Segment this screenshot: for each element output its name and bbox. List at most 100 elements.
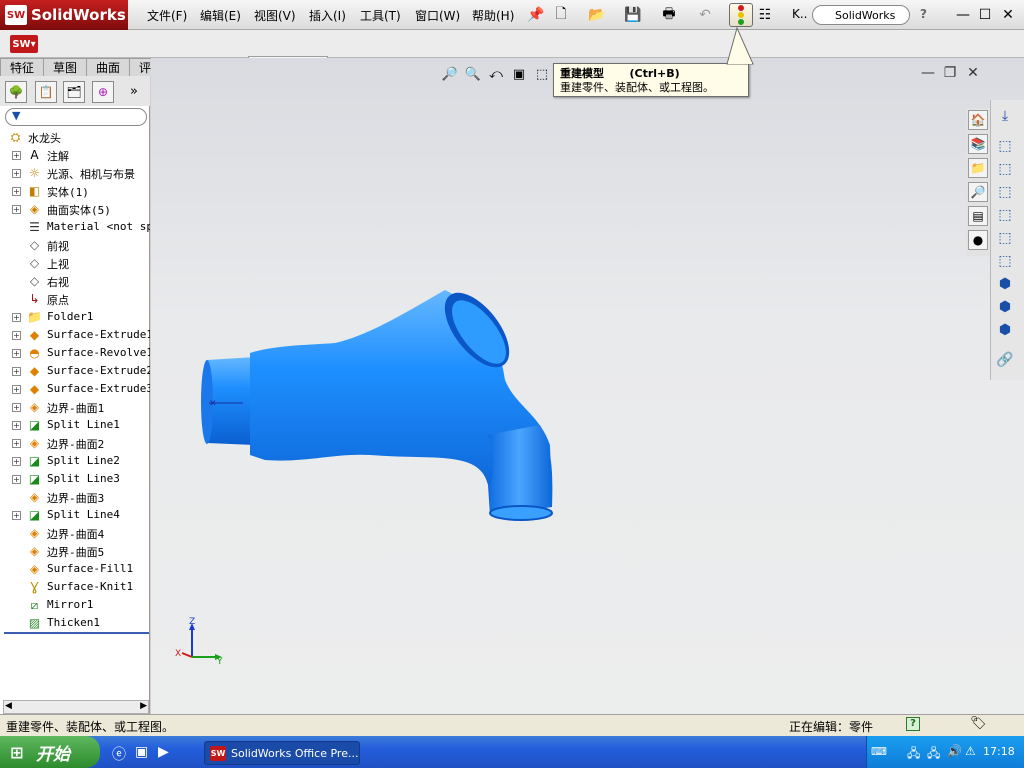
close-icon[interactable]: ✕ [998, 5, 1018, 25]
design-library-icon[interactable]: 📚 [968, 134, 988, 154]
tree-item[interactable]: + ◪ Split Line3 [0, 470, 150, 488]
tree-item[interactable]: + ◪ Split Line2 [0, 452, 150, 470]
view-back-icon[interactable]: ⬚ [995, 159, 1015, 179]
property-manager-tab-icon[interactable]: 📋 [35, 81, 57, 103]
link-view-icon[interactable]: 🔗 [995, 350, 1015, 370]
expand-icon[interactable]: + [12, 367, 21, 376]
view-dimetric-icon[interactable]: ⬢ [995, 320, 1015, 340]
keyboard-icon[interactable]: ⌨ [871, 745, 887, 758]
help-button[interactable]: ? [920, 7, 927, 21]
tree-item[interactable]: ◈ 边界-曲面3 [0, 488, 150, 506]
tree-item[interactable]: ◈ Surface-Fill1 [0, 560, 150, 578]
save-icon[interactable]: 💾 [623, 5, 643, 25]
doc-minimize-icon[interactable]: — [918, 64, 938, 82]
minimize-icon[interactable]: — [953, 5, 973, 25]
feature-manager-tab-icon[interactable]: 🌳 [5, 81, 27, 103]
tree-item[interactable]: + ◆ Surface-Extrude1 [0, 326, 150, 344]
view-orientation-icon[interactable]: ⬚ [532, 64, 552, 84]
previous-view-icon[interactable]: ⤺ [486, 64, 506, 84]
start-button[interactable]: ⊞ 开始 [0, 736, 100, 768]
view-isometric-icon[interactable]: ⬢ [995, 274, 1015, 294]
quick-tips-icon[interactable]: ? [906, 717, 920, 731]
tree-item[interactable]: ◈ 边界-曲面4 [0, 524, 150, 542]
scroll-left-icon[interactable]: ◀ [5, 701, 12, 711]
menu-item[interactable]: 视图(V) [254, 7, 296, 24]
tree-item[interactable]: + ◈ 边界-曲面1 [0, 398, 150, 416]
horizontal-scrollbar[interactable]: ◀ ▶ [3, 700, 149, 714]
tree-item[interactable]: ↳ 原点 [0, 290, 150, 308]
tree-item[interactable]: + ◪ Split Line4 [0, 506, 150, 524]
taskbar-solidworks-item[interactable]: SW SolidWorks Office Pre... [204, 741, 360, 765]
ie-icon[interactable]: ⓔ [112, 744, 126, 764]
tree-item[interactable]: ☰ Material <not spe [0, 218, 150, 236]
open-file-icon[interactable]: 📂 [587, 5, 607, 25]
tab-2[interactable]: 曲面 [86, 58, 131, 76]
rebuild-button[interactable] [729, 3, 753, 27]
expand-icon[interactable]: + [12, 475, 21, 484]
tab-1[interactable]: 草图 [43, 58, 88, 76]
search-results-icon[interactable]: 🔎 [968, 182, 988, 202]
tree-item[interactable]: ◇ 右视 [0, 272, 150, 290]
tree-item[interactable]: + ◈ 边界-曲面2 [0, 434, 150, 452]
view-top-icon[interactable]: ⬚ [995, 228, 1015, 248]
tree-item[interactable]: + ◪ Split Line1 [0, 416, 150, 434]
view-left-icon[interactable]: ⬚ [995, 182, 1015, 202]
tree-item[interactable]: ◈ 边界-曲面5 [0, 542, 150, 560]
view-palette-icon[interactable]: ▤ [968, 206, 988, 226]
home-icon[interactable]: 🏠 [968, 110, 988, 130]
view-front-icon[interactable]: ⬚ [995, 136, 1015, 156]
pin-icon[interactable]: 📌 [526, 5, 546, 25]
tree-item[interactable]: ◇ 前视 [0, 236, 150, 254]
view-bottom-icon[interactable]: ⬚ [995, 251, 1015, 271]
menu-item[interactable]: 工具(T) [360, 7, 401, 24]
undo-icon[interactable]: ↶ [695, 5, 715, 25]
tree-item[interactable]: + ◧ 实体(1) [0, 182, 150, 200]
expand-tabs-icon[interactable]: » [130, 84, 138, 99]
rollback-bar[interactable] [4, 632, 149, 634]
expand-icon[interactable]: + [12, 205, 21, 214]
options-icon[interactable]: ☷ [755, 5, 775, 25]
doc-close-icon[interactable]: ✕ [963, 64, 983, 82]
expand-icon[interactable]: + [12, 331, 21, 340]
tree-item[interactable]: ⧄ Mirror1 [0, 596, 150, 614]
expand-icon[interactable]: + [12, 313, 21, 322]
tree-item[interactable]: Ɣ Surface-Knit1 [0, 578, 150, 596]
sw-menu-button[interactable]: SW▾ [10, 35, 38, 53]
expand-icon[interactable]: + [12, 457, 21, 466]
tree-item[interactable]: + ◆ Surface-Extrude2 [0, 362, 150, 380]
menu-item[interactable]: 窗口(W) [415, 7, 460, 24]
view-trimetric-icon[interactable]: ⬢ [995, 297, 1015, 317]
menu-item[interactable]: 帮助(H) [472, 7, 514, 24]
tree-filter-input[interactable]: ▼ [5, 108, 147, 126]
zoom-to-area-icon[interactable]: 🔍 [463, 64, 483, 84]
maximize-icon[interactable]: ☐ [975, 5, 995, 25]
print-icon[interactable]: 🖶 [659, 5, 679, 25]
tree-root[interactable]: ⛭ 水龙头 [0, 128, 150, 146]
expand-icon[interactable]: + [12, 511, 21, 520]
expand-icon[interactable]: + [12, 349, 21, 358]
network-icon[interactable]: 🖧 [907, 744, 920, 765]
faucet-model[interactable]: ✕ [195, 285, 565, 525]
toolbar-k-label[interactable]: K.. [792, 7, 808, 21]
expand-icon[interactable]: + [12, 421, 21, 430]
tag-icon[interactable]: 🏷 [970, 716, 987, 731]
section-view-icon[interactable]: ▣ [509, 64, 529, 84]
warning-icon[interactable]: ⚠ [965, 744, 976, 758]
tree-item[interactable]: + ☼ 光源、相机与布景 [0, 164, 150, 182]
zoom-to-fit-icon[interactable]: 🔎 [440, 64, 460, 84]
expand-icon[interactable]: + [12, 151, 21, 160]
doc-restore-icon[interactable]: ❐ [940, 64, 960, 82]
menu-item[interactable]: 插入(I) [309, 7, 346, 24]
tree-item[interactable]: + ◈ 曲面实体(5) [0, 200, 150, 218]
expand-icon[interactable]: + [12, 403, 21, 412]
explorer-icon[interactable]: ▣ [135, 744, 148, 760]
expand-icon[interactable]: + [12, 187, 21, 196]
solidworks-logo[interactable]: SW SolidWorks [0, 0, 128, 30]
sound-icon[interactable]: 🔊 [947, 744, 962, 758]
tree-item[interactable]: ▨ Thicken1 [0, 614, 150, 632]
menu-item[interactable]: 编辑(E) [200, 7, 241, 24]
tree-item[interactable]: + A 注解 [0, 146, 150, 164]
tree-item[interactable]: + 📁 Folder1 [0, 308, 150, 326]
media-player-icon[interactable]: ▶ [158, 744, 169, 760]
tree-item[interactable]: + ◓ Surface-Revolve1 [0, 344, 150, 362]
